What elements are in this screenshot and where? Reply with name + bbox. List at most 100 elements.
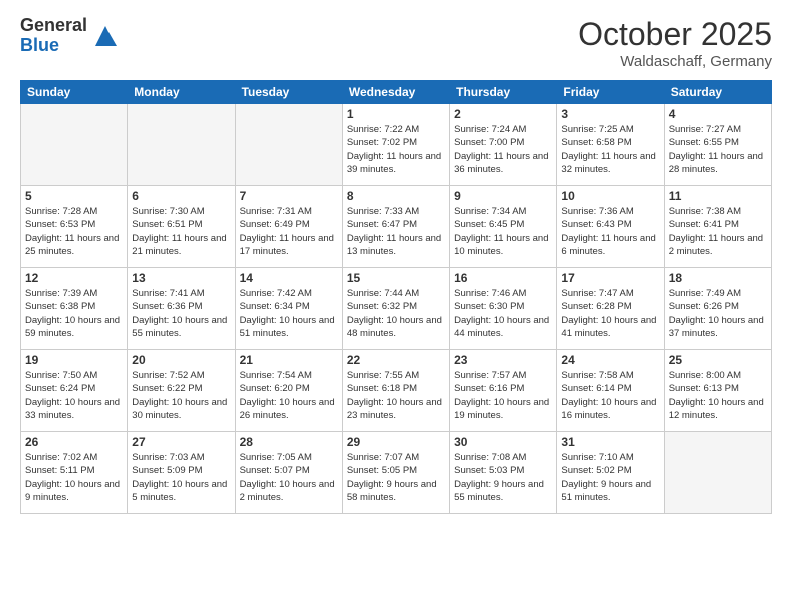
day-number: 30 xyxy=(454,435,552,449)
day-number: 29 xyxy=(347,435,445,449)
calendar-week-row: 5 Sunrise: 7:28 AM Sunset: 6:53 PM Daylig… xyxy=(21,186,772,268)
calendar-cell: 3 Sunrise: 7:25 AM Sunset: 6:58 PM Daylig… xyxy=(557,104,664,186)
calendar-cell: 16 Sunrise: 7:46 AM Sunset: 6:30 PM Dayli… xyxy=(450,268,557,350)
calendar-week-row: 26 Sunrise: 7:02 AM Sunset: 5:11 PM Dayli… xyxy=(21,432,772,514)
calendar-cell: 14 Sunrise: 7:42 AM Sunset: 6:34 PM Dayli… xyxy=(235,268,342,350)
calendar-cell: 27 Sunrise: 7:03 AM Sunset: 5:09 PM Dayli… xyxy=(128,432,235,514)
day-number: 22 xyxy=(347,353,445,367)
day-info: Sunrise: 7:33 AM Sunset: 6:47 PM Dayligh… xyxy=(347,205,445,258)
day-number: 7 xyxy=(240,189,338,203)
calendar-cell: 22 Sunrise: 7:55 AM Sunset: 6:18 PM Dayli… xyxy=(342,350,449,432)
calendar-cell: 4 Sunrise: 7:27 AM Sunset: 6:55 PM Daylig… xyxy=(664,104,771,186)
calendar-week-row: 12Sunrise: 7:39 AM Sunset: 6:38 PM Dayli… xyxy=(21,268,772,350)
calendar-cell: 25 Sunrise: 8:00 AM Sunset: 6:13 PM Dayli… xyxy=(664,350,771,432)
day-info: Sunrise: 7:34 AM Sunset: 6:45 PM Dayligh… xyxy=(454,205,552,258)
calendar-cell: 1 Sunrise: 7:22 AM Sunset: 7:02 PM Daylig… xyxy=(342,104,449,186)
day-info: Sunrise: 7:27 AM Sunset: 6:55 PM Dayligh… xyxy=(669,123,767,176)
day-info: Sunrise: 7:47 AM Sunset: 6:28 PM Dayligh… xyxy=(561,287,659,340)
calendar-cell: 5 Sunrise: 7:28 AM Sunset: 6:53 PM Daylig… xyxy=(21,186,128,268)
day-number: 11 xyxy=(669,189,767,203)
day-info: Sunrise: 7:57 AM Sunset: 6:16 PM Dayligh… xyxy=(454,369,552,422)
day-number: 27 xyxy=(132,435,230,449)
day-info: Sunrise: 7:22 AM Sunset: 7:02 PM Dayligh… xyxy=(347,123,445,176)
calendar-cell: 18 Sunrise: 7:49 AM Sunset: 6:26 PM Dayli… xyxy=(664,268,771,350)
calendar-cell: 11 Sunrise: 7:38 AM Sunset: 6:41 PM Dayli… xyxy=(664,186,771,268)
calendar-cell: 28Sunrise: 7:05 AM Sunset: 5:07 PM Dayli… xyxy=(235,432,342,514)
calendar-cell xyxy=(128,104,235,186)
calendar-cell: 17 Sunrise: 7:47 AM Sunset: 6:28 PM Dayli… xyxy=(557,268,664,350)
day-number: 18 xyxy=(669,271,767,285)
weekday-header: Monday xyxy=(128,81,235,104)
day-number: 15 xyxy=(347,271,445,285)
day-info: Sunrise: 7:38 AM Sunset: 6:41 PM Dayligh… xyxy=(669,205,767,258)
calendar-cell: 23 Sunrise: 7:57 AM Sunset: 6:16 PM Dayli… xyxy=(450,350,557,432)
calendar-cell: 2 Sunrise: 7:24 AM Sunset: 7:00 PM Daylig… xyxy=(450,104,557,186)
day-info: Sunrise: 7:49 AM Sunset: 6:26 PM Dayligh… xyxy=(669,287,767,340)
calendar-cell: 12Sunrise: 7:39 AM Sunset: 6:38 PM Dayli… xyxy=(21,268,128,350)
day-info: Sunrise: 7:30 AM Sunset: 6:51 PM Dayligh… xyxy=(132,205,230,258)
weekday-header: Friday xyxy=(557,81,664,104)
day-info: Sunrise: 7:54 AM Sunset: 6:20 PM Dayligh… xyxy=(240,369,338,422)
day-number: 1 xyxy=(347,107,445,121)
weekday-header: Thursday xyxy=(450,81,557,104)
day-info: Sunrise: 8:00 AM Sunset: 6:13 PM Dayligh… xyxy=(669,369,767,422)
day-number: 16 xyxy=(454,271,552,285)
day-number: 9 xyxy=(454,189,552,203)
day-info: Sunrise: 7:46 AM Sunset: 6:30 PM Dayligh… xyxy=(454,287,552,340)
day-number: 19 xyxy=(25,353,123,367)
calendar-cell xyxy=(235,104,342,186)
day-number: 17 xyxy=(561,271,659,285)
logo-text: General Blue xyxy=(20,16,87,56)
day-info: Sunrise: 7:50 AM Sunset: 6:24 PM Dayligh… xyxy=(25,369,123,422)
day-info: Sunrise: 7:41 AM Sunset: 6:36 PM Dayligh… xyxy=(132,287,230,340)
day-info: Sunrise: 7:24 AM Sunset: 7:00 PM Dayligh… xyxy=(454,123,552,176)
day-number: 5 xyxy=(25,189,123,203)
calendar-week-row: 19 Sunrise: 7:50 AM Sunset: 6:24 PM Dayli… xyxy=(21,350,772,432)
day-info: Sunrise: 7:10 AM Sunset: 5:02 PM Dayligh… xyxy=(561,451,659,504)
calendar-cell: 29 Sunrise: 7:07 AM Sunset: 5:05 PM Dayli… xyxy=(342,432,449,514)
day-info: Sunrise: 7:02 AM Sunset: 5:11 PM Dayligh… xyxy=(25,451,123,504)
logo-blue: Blue xyxy=(20,36,87,56)
page: General Blue October 2025 Waldaschaff, G… xyxy=(0,0,792,612)
calendar-week-row: 1 Sunrise: 7:22 AM Sunset: 7:02 PM Daylig… xyxy=(21,104,772,186)
calendar-cell: 20Sunrise: 7:52 AM Sunset: 6:22 PM Dayli… xyxy=(128,350,235,432)
day-info: Sunrise: 7:28 AM Sunset: 6:53 PM Dayligh… xyxy=(25,205,123,258)
day-info: Sunrise: 7:25 AM Sunset: 6:58 PM Dayligh… xyxy=(561,123,659,176)
day-number: 13 xyxy=(132,271,230,285)
day-number: 2 xyxy=(454,107,552,121)
day-info: Sunrise: 7:07 AM Sunset: 5:05 PM Dayligh… xyxy=(347,451,445,504)
day-number: 25 xyxy=(669,353,767,367)
weekday-header: Sunday xyxy=(21,81,128,104)
day-number: 4 xyxy=(669,107,767,121)
calendar-cell: 7Sunrise: 7:31 AM Sunset: 6:49 PM Daylig… xyxy=(235,186,342,268)
calendar-cell: 10Sunrise: 7:36 AM Sunset: 6:43 PM Dayli… xyxy=(557,186,664,268)
calendar-cell: 15 Sunrise: 7:44 AM Sunset: 6:32 PM Dayli… xyxy=(342,268,449,350)
weekday-header: Tuesday xyxy=(235,81,342,104)
day-number: 14 xyxy=(240,271,338,285)
day-info: Sunrise: 7:44 AM Sunset: 6:32 PM Dayligh… xyxy=(347,287,445,340)
day-info: Sunrise: 7:05 AM Sunset: 5:07 PM Dayligh… xyxy=(240,451,338,504)
day-number: 8 xyxy=(347,189,445,203)
logo-general: General xyxy=(20,16,87,36)
day-number: 26 xyxy=(25,435,123,449)
weekday-header-row: SundayMondayTuesdayWednesdayThursdayFrid… xyxy=(21,81,772,104)
day-number: 31 xyxy=(561,435,659,449)
calendar-cell: 31 Sunrise: 7:10 AM Sunset: 5:02 PM Dayli… xyxy=(557,432,664,514)
weekday-header: Wednesday xyxy=(342,81,449,104)
day-number: 23 xyxy=(454,353,552,367)
day-info: Sunrise: 7:08 AM Sunset: 5:03 PM Dayligh… xyxy=(454,451,552,504)
day-info: Sunrise: 7:39 AM Sunset: 6:38 PM Dayligh… xyxy=(25,287,123,340)
calendar-cell: 9 Sunrise: 7:34 AM Sunset: 6:45 PM Daylig… xyxy=(450,186,557,268)
logo: General Blue xyxy=(20,16,119,56)
calendar-cell: 19 Sunrise: 7:50 AM Sunset: 6:24 PM Dayli… xyxy=(21,350,128,432)
day-info: Sunrise: 7:58 AM Sunset: 6:14 PM Dayligh… xyxy=(561,369,659,422)
calendar-cell: 13 Sunrise: 7:41 AM Sunset: 6:36 PM Dayli… xyxy=(128,268,235,350)
day-info: Sunrise: 7:42 AM Sunset: 6:34 PM Dayligh… xyxy=(240,287,338,340)
day-info: Sunrise: 7:55 AM Sunset: 6:18 PM Dayligh… xyxy=(347,369,445,422)
calendar-cell: 6Sunrise: 7:30 AM Sunset: 6:51 PM Daylig… xyxy=(128,186,235,268)
day-info: Sunrise: 7:03 AM Sunset: 5:09 PM Dayligh… xyxy=(132,451,230,504)
logo-icon xyxy=(91,22,119,50)
day-number: 3 xyxy=(561,107,659,121)
calendar-cell: 26 Sunrise: 7:02 AM Sunset: 5:11 PM Dayli… xyxy=(21,432,128,514)
day-number: 21 xyxy=(240,353,338,367)
